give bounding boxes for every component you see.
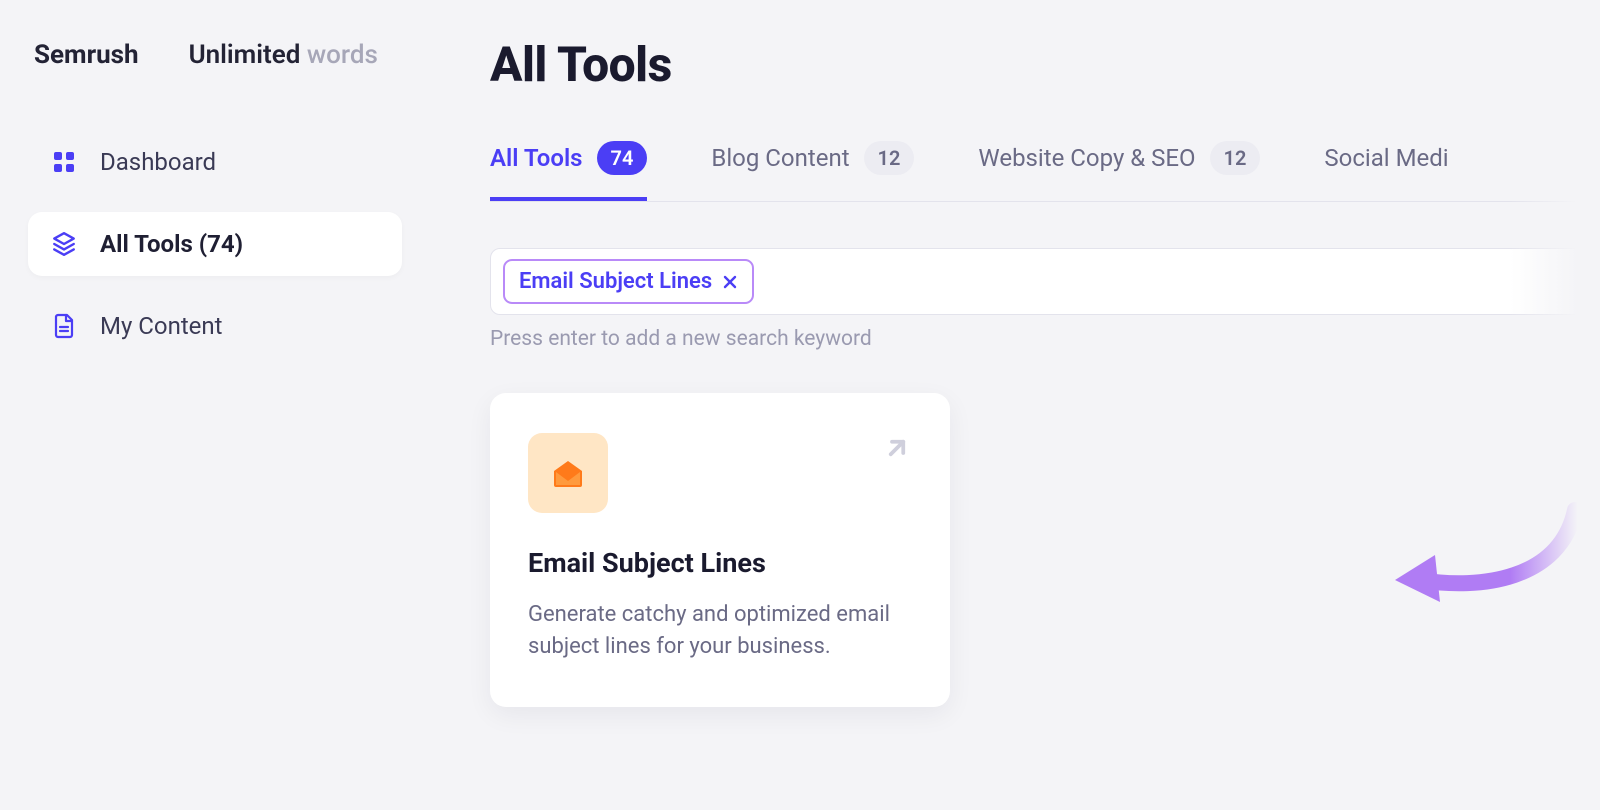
tool-card-email-subject-lines[interactable]: Email Subject Lines Generate catchy and … bbox=[490, 393, 950, 707]
tab-count-badge: 12 bbox=[864, 141, 915, 175]
search-section: Email Subject Lines Press enter to add a… bbox=[490, 248, 1600, 351]
main-content: All Tools All Tools 74 Blog Content 12 W… bbox=[420, 0, 1600, 810]
stack-icon bbox=[50, 230, 78, 258]
sidebar-item-dashboard[interactable]: Dashboard bbox=[28, 130, 402, 194]
sidebar-item-my-content[interactable]: My Content bbox=[28, 294, 402, 358]
search-input[interactable]: Email Subject Lines bbox=[490, 248, 1600, 315]
card-header bbox=[528, 433, 912, 513]
search-chip-label: Email Subject Lines bbox=[519, 269, 712, 294]
plan-unit: words bbox=[307, 40, 378, 70]
tab-website-copy-seo[interactable]: Website Copy & SEO 12 bbox=[978, 141, 1260, 201]
tab-label: All Tools bbox=[490, 144, 583, 172]
tab-label: Social Medi bbox=[1324, 144, 1448, 172]
sidebar-item-all-tools[interactable]: All Tools (74) bbox=[28, 212, 402, 276]
card-description: Generate catchy and optimized email subj… bbox=[528, 599, 912, 663]
tab-label: Blog Content bbox=[711, 144, 849, 172]
plan-label: Unlimited words bbox=[189, 40, 378, 70]
search-hint: Press enter to add a new search keyword bbox=[490, 327, 1600, 351]
tabs: All Tools 74 Blog Content 12 Website Cop… bbox=[490, 141, 1600, 202]
tab-social-media[interactable]: Social Medi bbox=[1324, 144, 1448, 198]
sidebar-nav: Dashboard All Tools (74) bbox=[28, 130, 402, 358]
brand-name: Semrush bbox=[34, 40, 139, 70]
sidebar-item-label: Dashboard bbox=[100, 148, 216, 176]
grid-icon bbox=[50, 148, 78, 176]
tab-count-badge: 74 bbox=[597, 141, 648, 175]
page-title: All Tools bbox=[490, 36, 1600, 93]
sidebar-item-label: My Content bbox=[100, 312, 223, 340]
close-icon[interactable] bbox=[722, 274, 738, 290]
sidebar-item-label: All Tools (74) bbox=[100, 230, 243, 258]
tab-blog-content[interactable]: Blog Content 12 bbox=[711, 141, 914, 201]
fade-overlay bbox=[1510, 0, 1600, 810]
envelope-open-icon bbox=[528, 433, 608, 513]
brand-row: Semrush Unlimited words bbox=[28, 40, 402, 70]
card-title: Email Subject Lines bbox=[528, 547, 912, 579]
tab-label: Website Copy & SEO bbox=[978, 144, 1195, 172]
document-icon bbox=[50, 312, 78, 340]
plan-name: Unlimited bbox=[189, 40, 301, 70]
annotation-arrow-icon bbox=[1380, 500, 1590, 620]
sidebar: Semrush Unlimited words Dashboard bbox=[0, 0, 420, 810]
arrow-out-icon bbox=[882, 433, 912, 467]
tab-all-tools[interactable]: All Tools 74 bbox=[490, 141, 647, 201]
tab-count-badge: 12 bbox=[1210, 141, 1261, 175]
search-chip[interactable]: Email Subject Lines bbox=[503, 259, 754, 304]
